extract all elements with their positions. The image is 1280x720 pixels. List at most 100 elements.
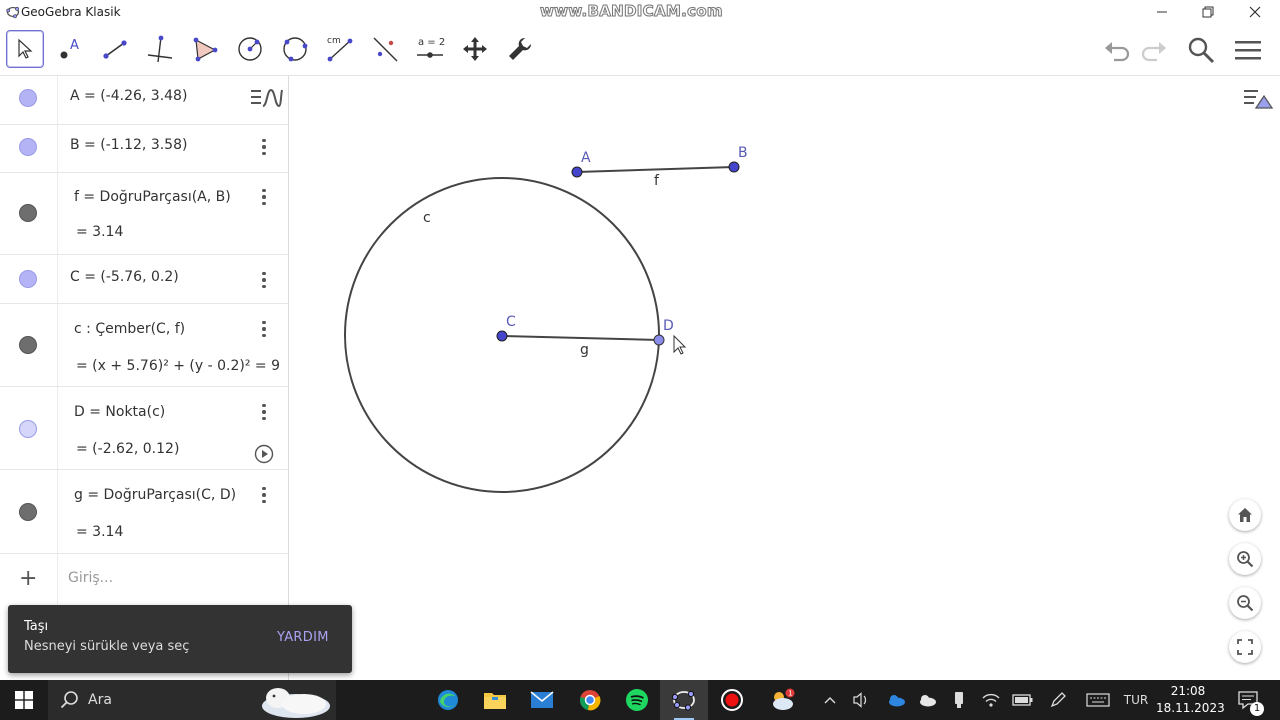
algebra-definition: g = DoğruParçası(C, D) [74,487,237,503]
more-options-icon[interactable] [255,403,273,421]
start-button[interactable] [0,680,48,720]
taskbar-geogebra[interactable] [660,680,708,720]
reflect-tool-button[interactable] [366,30,404,68]
redo-icon [1141,42,1166,62]
taskbar-mail[interactable] [518,680,566,720]
slider-tool-button[interactable]: a = 2 [411,30,449,68]
distance-tool-button[interactable]: cm [321,30,359,68]
taskbar-chrome[interactable] [566,680,614,720]
algebra-row-D[interactable]: D = Nokta(c) = (-2.62, 0.12) [0,387,288,470]
circle-center-point-tool-button[interactable] [231,30,269,68]
more-options-icon[interactable] [255,271,273,289]
segment-tool-button[interactable] [96,30,134,68]
more-options-icon[interactable] [255,138,273,156]
spotify-icon [626,689,648,711]
more-options-icon[interactable] [255,320,273,338]
algebra-style-icon [251,88,283,108]
visibility-toggle[interactable] [19,336,37,354]
minimize-button[interactable] [1139,0,1185,24]
geogebra-window: GeoGebra Klasik www.BANDICAM.com A cm a … [0,0,1280,720]
fullscreen-button[interactable] [1229,631,1261,663]
taskbar-spotify[interactable] [613,680,661,720]
point-D[interactable] [653,334,665,346]
algebra-input-field[interactable]: Giriş... [68,570,113,586]
more-options-icon[interactable] [255,188,273,206]
record-icon [721,689,743,711]
zoom-out-button[interactable] [1229,587,1261,619]
segment-g[interactable] [501,335,660,341]
add-icon[interactable]: + [19,566,37,591]
visibility-toggle[interactable] [19,420,37,438]
cloud-sync-button[interactable] [915,680,939,720]
recording-watermark: www.BANDICAM.com [540,2,724,21]
taskbar-clock[interactable]: 21:08 18.11.2023 [1156,683,1225,717]
toast-help-button[interactable]: YARDIM [277,630,329,645]
svg-text:A: A [70,38,79,53]
visibility-toggle[interactable] [19,138,37,156]
move-tool-button[interactable] [6,30,44,68]
taskbar-file-explorer[interactable] [471,680,519,720]
undo-button[interactable] [1101,34,1133,66]
graphics-canvas[interactable]: A B f c C D g [296,76,1280,680]
fullscreen-icon [1237,639,1253,655]
play-icon [254,444,274,464]
reflect-line-icon [373,37,398,62]
usb-drive-icon [955,692,963,708]
main-menu-button[interactable] [1232,34,1264,66]
graphics-style-bar-button[interactable] [1236,78,1280,120]
circle-three-points-tool-button[interactable] [276,30,314,68]
algebra-row-g[interactable]: g = DoğruParçası(C, D) = 3.14 [0,470,288,554]
onedrive-button[interactable] [884,680,908,720]
input-language-button[interactable]: TUR [1118,680,1154,720]
chevron-up-icon [824,697,836,704]
visibility-toggle[interactable] [19,270,37,288]
zoom-in-button[interactable] [1229,543,1261,575]
volume-button[interactable] [849,680,873,720]
more-options-icon[interactable] [255,486,273,504]
taskbar-search-box[interactable]: Ara [48,680,336,720]
settings-tool-button[interactable] [501,30,539,68]
animation-play-button[interactable] [254,444,274,464]
point-C[interactable] [496,330,508,342]
perpendicular-line-tool-button[interactable] [141,30,179,68]
taskbar-weather[interactable]: 1 [758,680,806,720]
point-A[interactable] [571,166,583,178]
visibility-toggle[interactable] [19,89,37,107]
point-B[interactable] [728,161,740,173]
polygon-tool-button[interactable] [186,30,224,68]
algebra-definition: C = (-5.76, 0.2) [70,269,179,285]
standard-view-button[interactable] [1229,499,1261,531]
algebra-row-f[interactable]: f = DoğruParçası(A, B) = 3.14 [0,173,288,255]
battery-button[interactable] [1011,680,1035,720]
title-bar: GeoGebra Klasik www.BANDICAM.com [0,0,1280,24]
touch-keyboard-button[interactable] [1084,680,1112,720]
taskbar-bandicam[interactable] [708,680,756,720]
algebra-row-C[interactable]: C = (-5.76, 0.2) [0,255,288,304]
notification-center-button[interactable]: 1 [1232,680,1264,720]
visibility-toggle[interactable] [19,503,37,521]
taskbar-edge[interactable] [424,680,472,720]
segment-icon [103,40,127,59]
perpendicular-line-icon [147,35,173,63]
usb-device-button[interactable] [947,680,971,720]
pen-workspace-button[interactable] [1046,680,1070,720]
segment-f[interactable] [576,166,735,173]
point-tool-button[interactable]: A [51,30,89,68]
search-button[interactable] [1185,34,1217,66]
close-button[interactable] [1232,0,1278,24]
label-g: g [580,342,589,358]
circle-center-icon [238,37,262,61]
battery-icon [1012,694,1033,706]
undo-icon [1105,42,1130,62]
algebra-row-B[interactable]: B = (-1.12, 3.58) [0,125,288,173]
algebra-view-style-button[interactable] [244,76,288,120]
network-button[interactable] [979,680,1003,720]
visibility-toggle[interactable] [19,204,37,222]
redo-button[interactable] [1138,34,1170,66]
graphics-view[interactable]: A B f c C D g [296,76,1280,680]
move-graphics-view-tool-button[interactable] [456,30,494,68]
show-hidden-icons-button[interactable] [819,680,841,720]
algebra-row-c[interactable]: c : Çember(C, f) = (x + 5.76)² + (y - 0.… [0,304,288,387]
algebra-input-row[interactable]: + Giriş... [0,554,288,604]
restore-button[interactable] [1185,0,1231,24]
